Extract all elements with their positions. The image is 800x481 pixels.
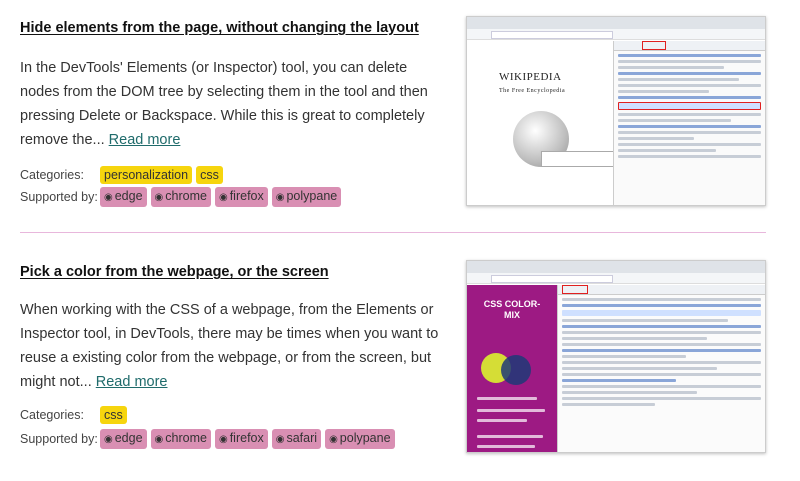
article-title[interactable]: Pick a color from the webpage, or the sc… [20,264,329,280]
browser-tag-chrome[interactable]: ◉ chrome [150,187,211,207]
color-circle-blue [501,355,531,385]
browser-tabbar [467,261,765,273]
browser-tag-safari[interactable]: ◉ safari [271,429,322,449]
categories-row: Categories: personalization css [20,166,227,184]
page-heading: CSS COLOR-MIX [483,299,541,320]
devtools-tabs [614,41,765,51]
supported-label: Supported by: [20,190,98,204]
article-title[interactable]: Hide elements from the page, without cha… [20,20,419,36]
devtools-pane [557,285,765,452]
chrome-icon: ◉ [154,434,164,445]
article-pick-color: Pick a color from the webpage, or the sc… [20,248,770,463]
category-tag[interactable]: css [196,166,223,184]
browser-tabbar [467,17,765,29]
safari-icon: ◉ [275,434,285,445]
wikipedia-logo: WIKIPEDIA The Free Encyclopedia [499,71,566,94]
devtools-pane [613,41,765,205]
categories-row: Categories: css [20,406,131,424]
firefox-icon: ◉ [218,434,228,445]
read-more-link[interactable]: Read more [96,374,168,390]
webpage-pane: WIKIPEDIA The Free Encyclopedia [467,41,621,205]
browser-urlbar [467,273,765,284]
article-description: In the DevTools' Elements (or Inspector)… [20,56,448,152]
category-tag[interactable]: personalization [100,166,193,184]
browser-tag-polypane[interactable]: ◉ polypane [325,429,395,449]
article-hide-elements: Hide elements from the page, without cha… [20,0,770,232]
description-text: When working with the CSS of a webpage, … [20,302,439,390]
supported-row: Supported by: ◉ edge ◉ chrome ◉ firefox ◉ sa… [20,429,399,449]
supported-label: Supported by: [20,432,98,446]
firefox-icon: ◉ [218,192,228,203]
browser-tag-firefox[interactable]: ◉ firefox [214,429,268,449]
inspector-tooltip [541,151,621,167]
webpage-pane: CSS COLOR-MIX [467,285,557,452]
article-screenshot[interactable]: CSS COLOR-MIX [466,260,766,453]
categories-label: Categories: [20,168,84,182]
polypane-icon: ◉ [329,434,338,445]
supported-row: Supported by: ◉ edge ◉ chrome ◉ firefox ◉ po… [20,187,345,207]
devtools-tabs [558,285,765,295]
elements-tab-highlight [562,285,588,294]
browser-tag-firefox[interactable]: ◉ firefox [214,187,268,207]
browser-tag-edge[interactable]: ◉ edge [100,429,147,449]
browser-urlbar [467,29,765,40]
article-screenshot[interactable]: WIKIPEDIA The Free Encyclopedia [466,16,766,206]
browser-tag-chrome[interactable]: ◉ chrome [150,429,211,449]
article-description: When working with the CSS of a webpage, … [20,298,448,394]
read-more-link[interactable]: Read more [109,132,181,148]
categories-label: Categories: [20,408,84,422]
edge-icon: ◉ [104,192,113,203]
description-text: In the DevTools' Elements (or Inspector)… [20,60,428,148]
browser-tag-polypane[interactable]: ◉ polypane [271,187,342,207]
edge-icon: ◉ [104,434,113,445]
category-tag[interactable]: css [100,406,127,424]
chrome-icon: ◉ [154,192,164,203]
article-divider [20,232,766,233]
elements-tab-highlight [642,41,666,50]
polypane-icon: ◉ [275,192,285,203]
browser-tag-edge[interactable]: ◉ edge [100,187,147,207]
